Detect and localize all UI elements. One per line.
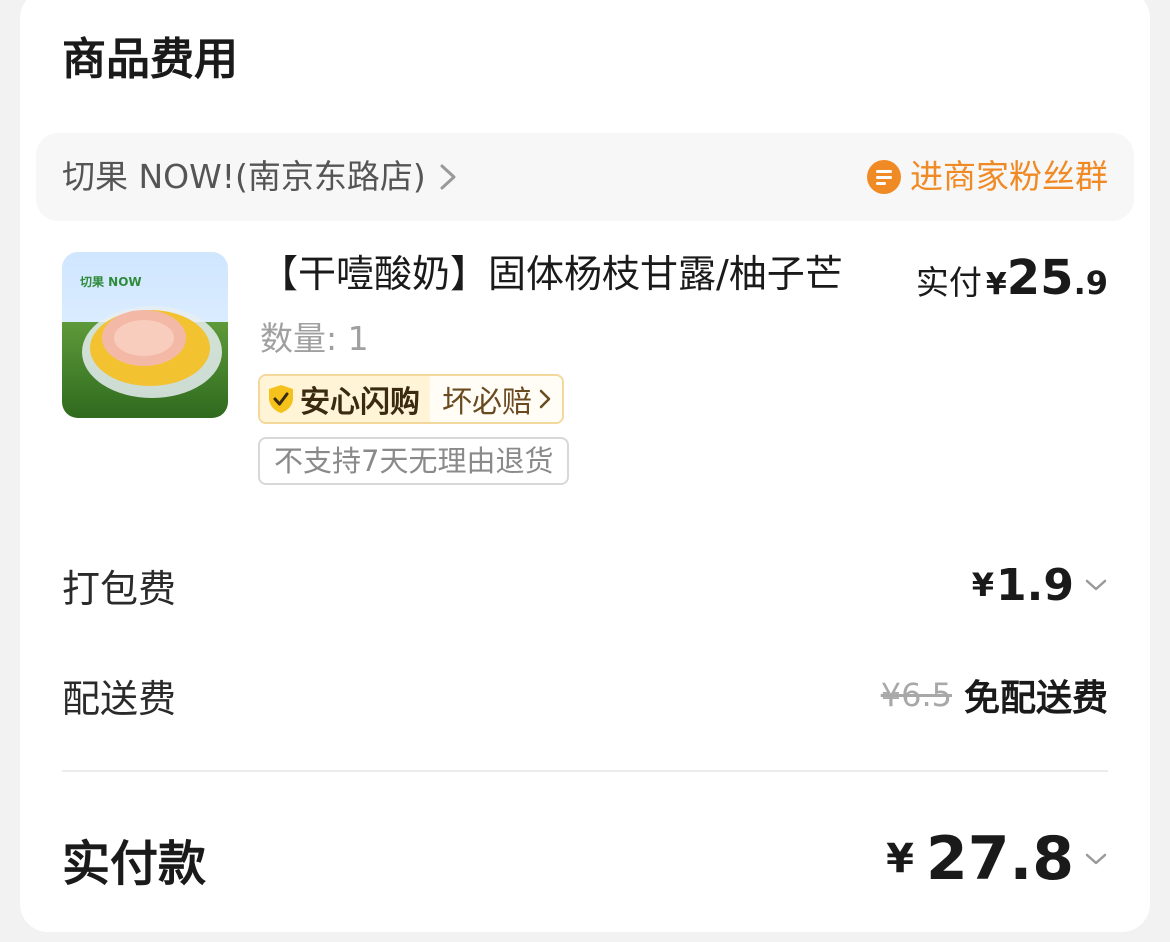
paid-currency: ¥ xyxy=(985,267,1007,302)
no-return-tag: 不支持7天无理由退货 xyxy=(258,437,570,485)
chevron-right-icon xyxy=(539,389,551,409)
delivery-fee-row: 配送费 ¥6.5 免配送费 xyxy=(62,669,1108,721)
guarantee-badge[interactable]: 安心闪购 坏必赔 xyxy=(258,374,564,424)
product-image[interactable]: 切果 NOW xyxy=(62,252,228,418)
packing-fee-label: 打包费 xyxy=(62,566,177,611)
delivery-fee-label: 配送费 xyxy=(62,676,177,721)
divider xyxy=(62,770,1108,772)
guarantee-main-label: 安心闪购 xyxy=(300,385,420,420)
packing-fee-row[interactable]: 打包费 ¥ 1.9 xyxy=(62,560,1108,611)
guarantee-main: 安心闪购 xyxy=(260,376,430,422)
packing-fee-value: ¥ 1.9 xyxy=(972,560,1108,611)
total-label: 实付款 xyxy=(62,836,207,892)
product-image-label: 切果 NOW xyxy=(80,275,142,289)
delivery-original-price: ¥6.5 xyxy=(880,676,952,714)
total-amount: 27.8 xyxy=(925,824,1074,894)
chat-bubble-icon xyxy=(867,160,901,194)
paid-decimal: .9 xyxy=(1073,264,1108,302)
delivery-free-label: 免配送费 xyxy=(963,678,1108,719)
fan-group-button[interactable]: 进商家粉丝群 xyxy=(866,156,1108,198)
delivery-fee-value: ¥6.5 免配送费 xyxy=(881,669,1108,721)
chevron-down-icon[interactable] xyxy=(1084,851,1108,867)
packing-fee-currency: ¥ xyxy=(971,566,995,604)
chevron-down-icon[interactable] xyxy=(1084,577,1108,593)
product-paid-price: 实付 ¥ 25 .9 xyxy=(916,250,1108,306)
section-title: 商品费用 xyxy=(62,34,238,85)
guarantee-sub: 坏必赔 xyxy=(430,376,562,422)
paid-integer: 25 xyxy=(1006,250,1074,306)
store-bar: 切果 NOW!(南京东路店) 进商家粉丝群 xyxy=(36,133,1134,221)
fan-group-label: 进商家粉丝群 xyxy=(910,157,1108,196)
total-currency: ¥ xyxy=(886,836,914,882)
quantity-text: 数量: 1 xyxy=(260,319,369,358)
guarantee-sub-label: 坏必赔 xyxy=(442,385,532,420)
total-value: ¥ 27.8 xyxy=(886,824,1108,894)
order-fee-card: 商品费用 切果 NOW!(南京东路店) 进商家粉丝群 切果 NOW 【干噎酸奶】… xyxy=(20,0,1150,932)
total-row[interactable]: 实付款 ¥ 27.8 xyxy=(62,824,1108,894)
paid-label: 实付 xyxy=(915,263,982,302)
packing-fee-amount: 1.9 xyxy=(996,559,1074,611)
product-title[interactable]: 【干噎酸奶】固体杨枝甘露/柚子芒 xyxy=(260,250,900,298)
store-link[interactable]: 切果 NOW!(南京东路店) xyxy=(62,156,462,198)
product-photo-icon: 切果 NOW xyxy=(62,252,228,418)
chevron-right-icon xyxy=(440,164,456,190)
store-name: 切果 NOW!(南京东路店) xyxy=(62,157,426,196)
shield-check-icon xyxy=(269,385,293,413)
